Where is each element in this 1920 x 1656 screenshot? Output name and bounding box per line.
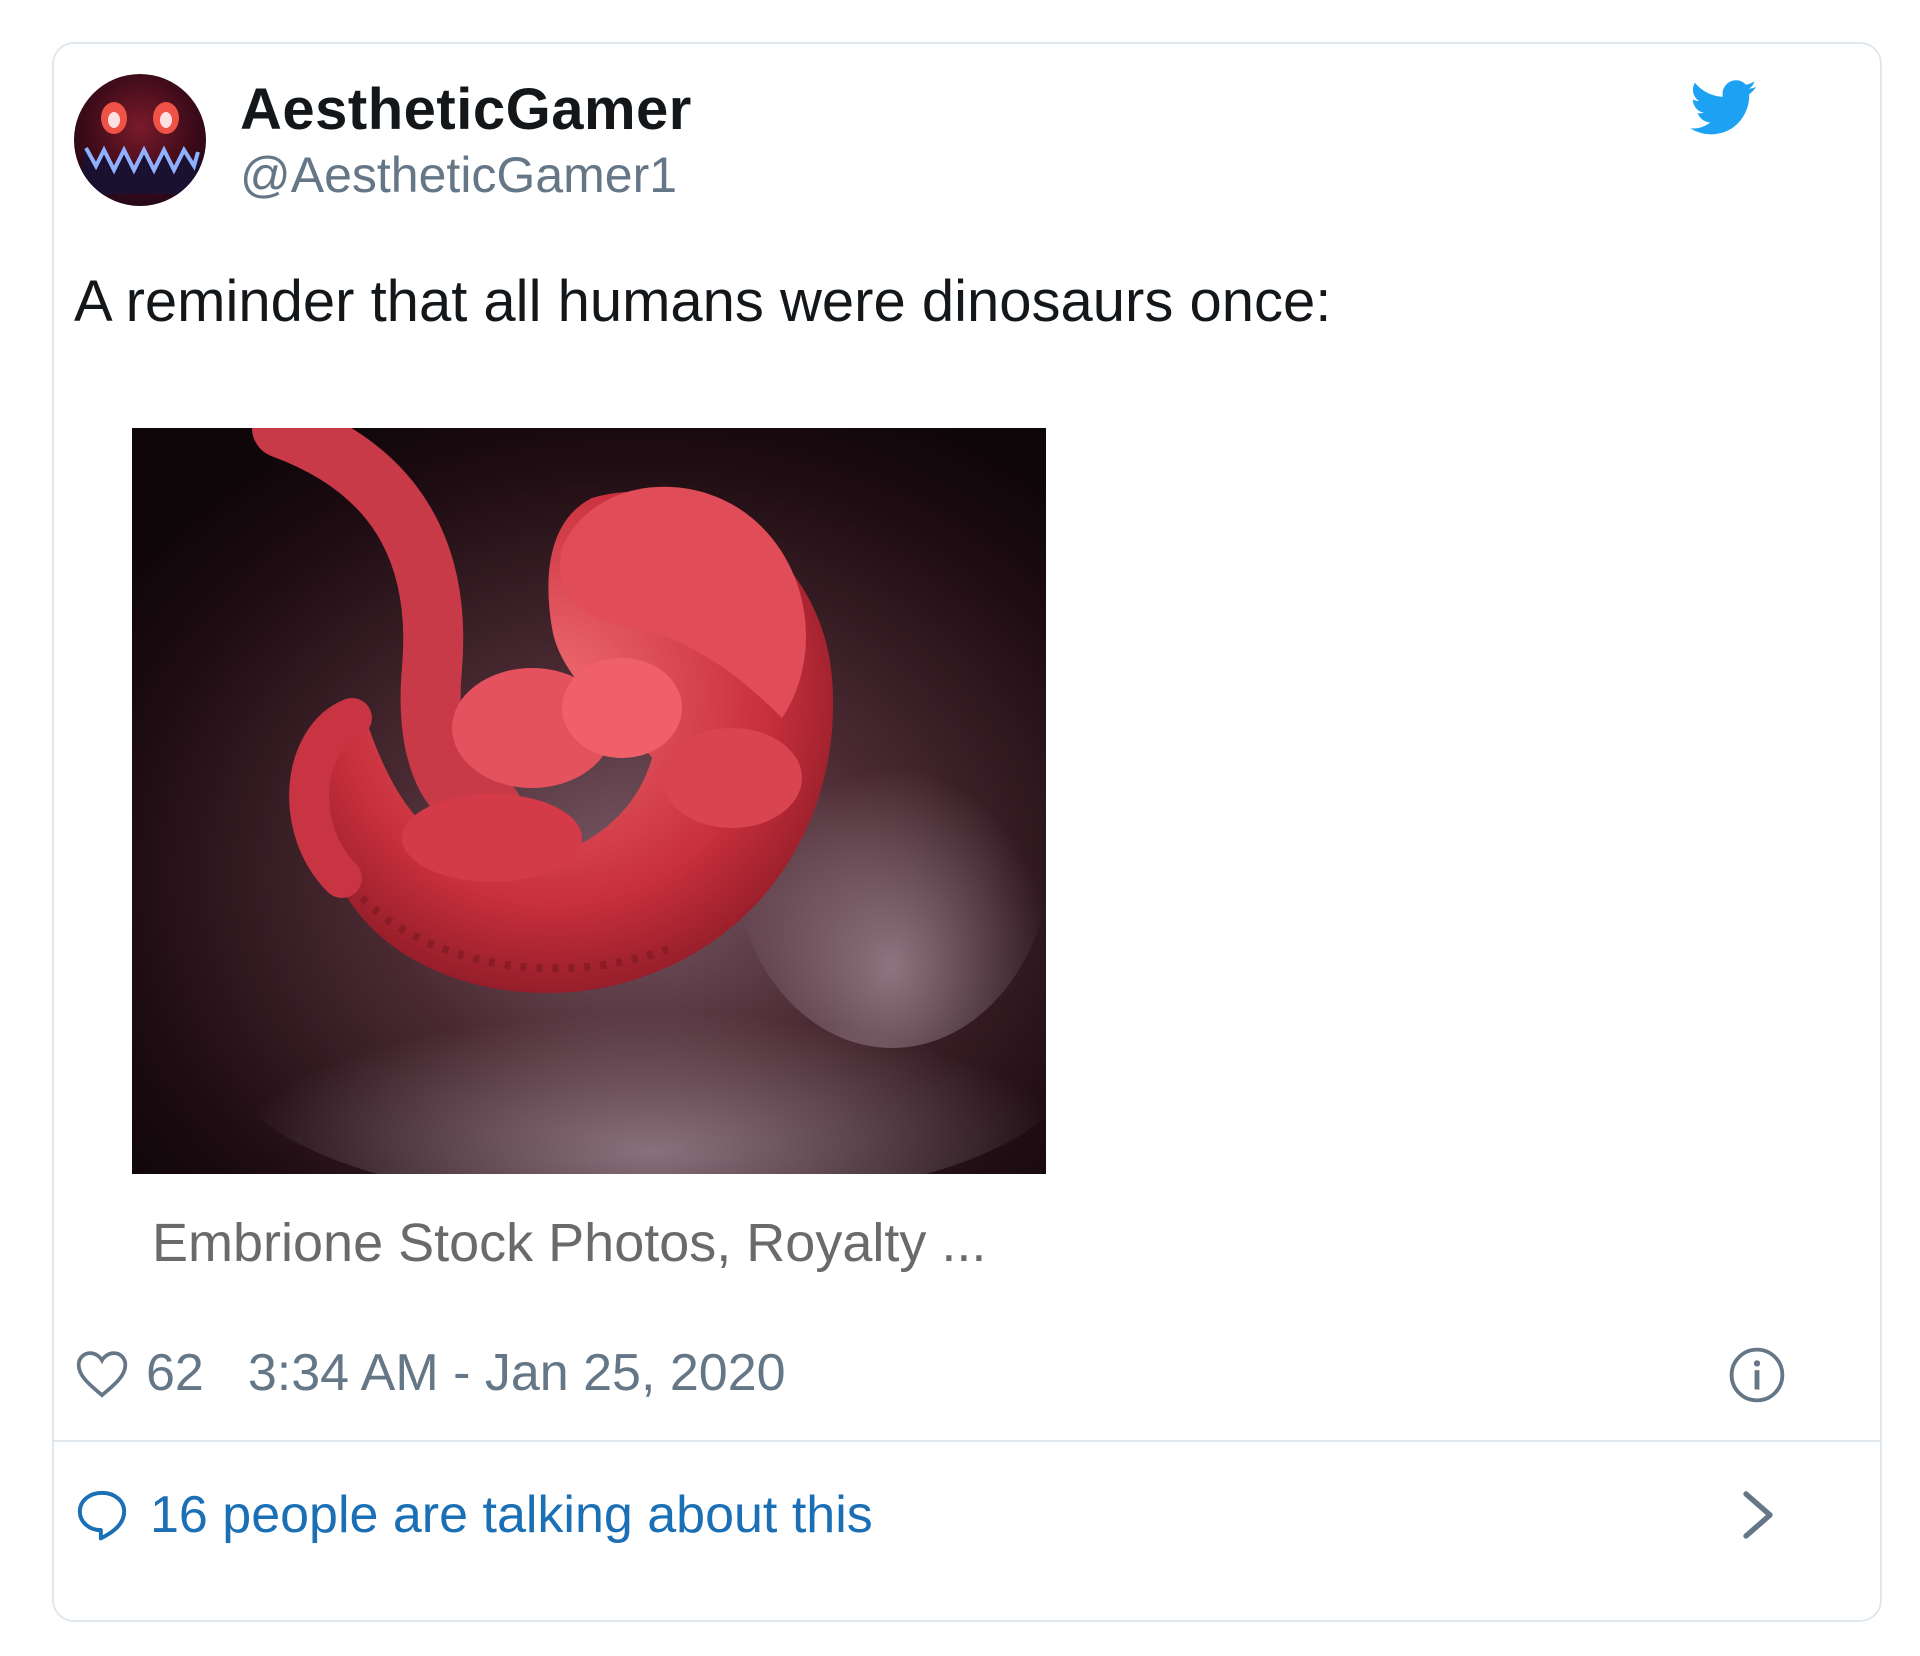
chevron-right-icon[interactable] (1740, 1488, 1776, 1542)
author-display-name[interactable]: AestheticGamer (240, 76, 692, 143)
author-avatar[interactable] (74, 74, 206, 206)
heart-icon[interactable] (74, 1347, 130, 1399)
tweet-media-image[interactable] (132, 428, 1046, 1174)
speech-bubble-icon (77, 1490, 127, 1541)
card-divider (52, 1440, 1882, 1442)
conversation-label[interactable]: 16 people are talking about this (150, 1485, 873, 1545)
embryo-photo (132, 428, 1046, 1174)
conversation-link[interactable]: 16 people are talking about this (74, 1480, 873, 1550)
info-icon[interactable] (1728, 1346, 1786, 1404)
media-caption[interactable]: Embrione Stock Photos, Royalty ... (152, 1212, 986, 1274)
monster-face-icon (80, 102, 200, 194)
tweet-text: A reminder that all humans were dinosaur… (74, 269, 1332, 334)
tweet-meta-row: 62 3:34 AM - Jan 25, 2020 (74, 1338, 786, 1408)
author-handle[interactable]: @AestheticGamer1 (240, 146, 677, 204)
like-count[interactable]: 62 (146, 1343, 204, 1403)
tweet-timestamp[interactable]: 3:34 AM - Jan 25, 2020 (248, 1343, 786, 1403)
twitter-bird-icon[interactable] (1690, 80, 1758, 136)
